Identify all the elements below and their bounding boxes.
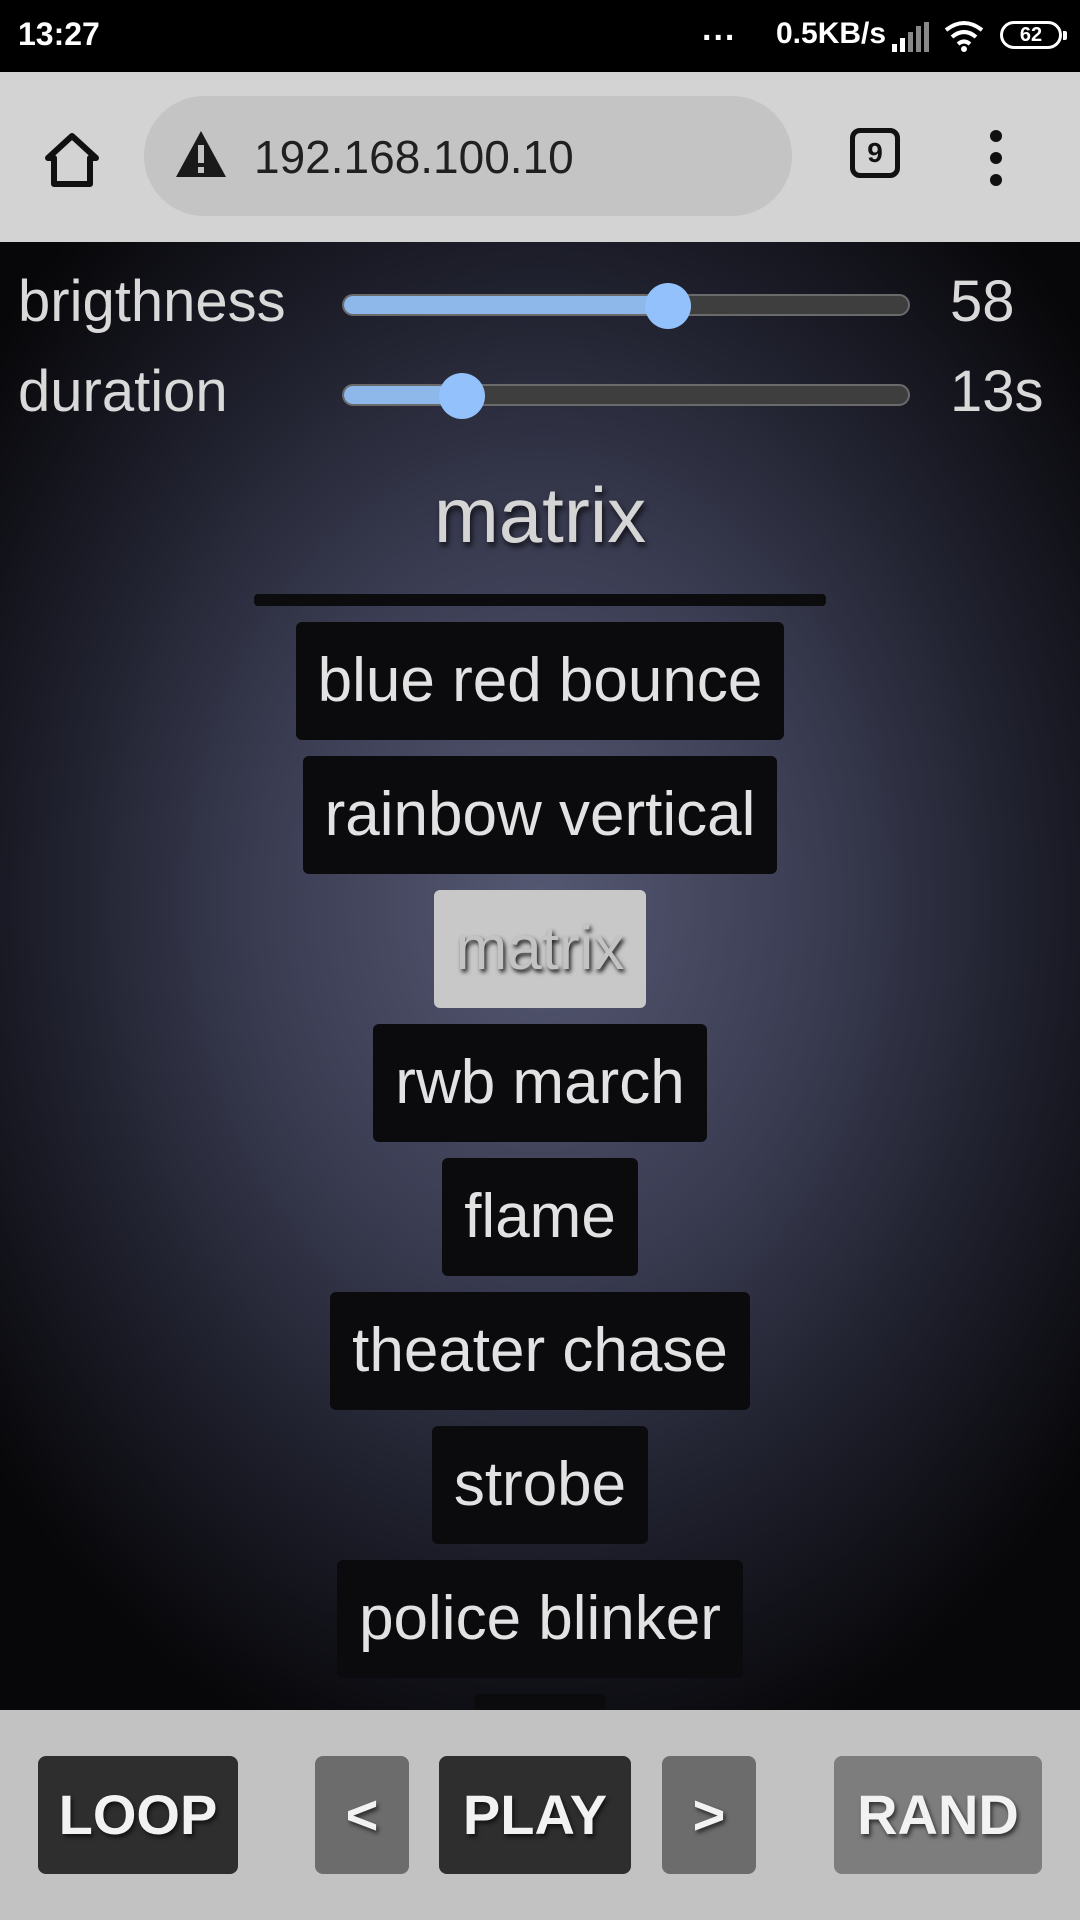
play-button[interactable]: PLAY [439,1756,631,1874]
divider [254,594,826,606]
signal-icon [892,22,929,52]
status-bar: 13:27 ... 0.5KB/s 62 [0,0,1080,72]
effect-button[interactable]: rainbow vertical [302,756,778,874]
effect-button[interactable]: flame [442,1158,638,1276]
prev-button[interactable]: < [315,1756,409,1874]
duration-slider[interactable] [342,373,910,419]
brightness-value: 58 [950,269,1015,334]
network-speed: 0.5KB/s [776,17,887,50]
notification-dots: ... [702,10,737,48]
bottom-controls: LOOP < PLAY > RAND [0,1710,1080,1920]
current-effect-title: matrix [433,471,647,559]
brightness-label: brigthness [18,269,286,334]
url-text[interactable]: 192.168.100.10 [254,130,574,184]
random-button[interactable]: RAND [834,1756,1042,1874]
loop-button[interactable]: LOOP [38,1756,238,1874]
brightness-slider[interactable] [342,283,910,329]
home-icon[interactable] [40,128,104,192]
duration-row: duration 13s [0,350,1080,430]
wifi-icon [944,21,984,52]
brightness-row: brigthness 58 [0,260,1080,340]
effect-button[interactable]: police blinker [337,1560,743,1678]
effect-button[interactable] [474,1694,606,1710]
battery-icon: 62 [1000,21,1067,49]
duration-value: 13s [950,359,1044,424]
warning-icon[interactable] [174,129,228,179]
effect-button[interactable]: theater chase [330,1292,750,1410]
effect-button[interactable]: rwb march [373,1024,707,1142]
effect-button[interactable]: blue red bounce [295,622,785,740]
browser-toolbar: 192.168.100.10 9 [0,72,1080,242]
effect-list: blue red bounce rainbow vertical matrix rwb… [0,622,1080,1710]
brightness-slider-fill [344,296,669,314]
effect-button[interactable]: strobe [431,1426,649,1544]
brightness-slider-thumb[interactable] [645,283,692,329]
page-content: brigthness 58 duration 13s matrix blue r… [0,242,1080,1710]
status-time: 13:27 [18,16,100,52]
more-menu-icon[interactable] [986,130,1006,186]
next-button[interactable]: > [662,1756,756,1874]
address-bar[interactable]: 192.168.100.10 [144,96,792,216]
effect-button[interactable]: matrix [433,890,647,1008]
duration-slider-thumb[interactable] [439,373,486,419]
tab-switcher-button[interactable]: 9 [850,128,900,178]
duration-label: duration [18,359,228,424]
